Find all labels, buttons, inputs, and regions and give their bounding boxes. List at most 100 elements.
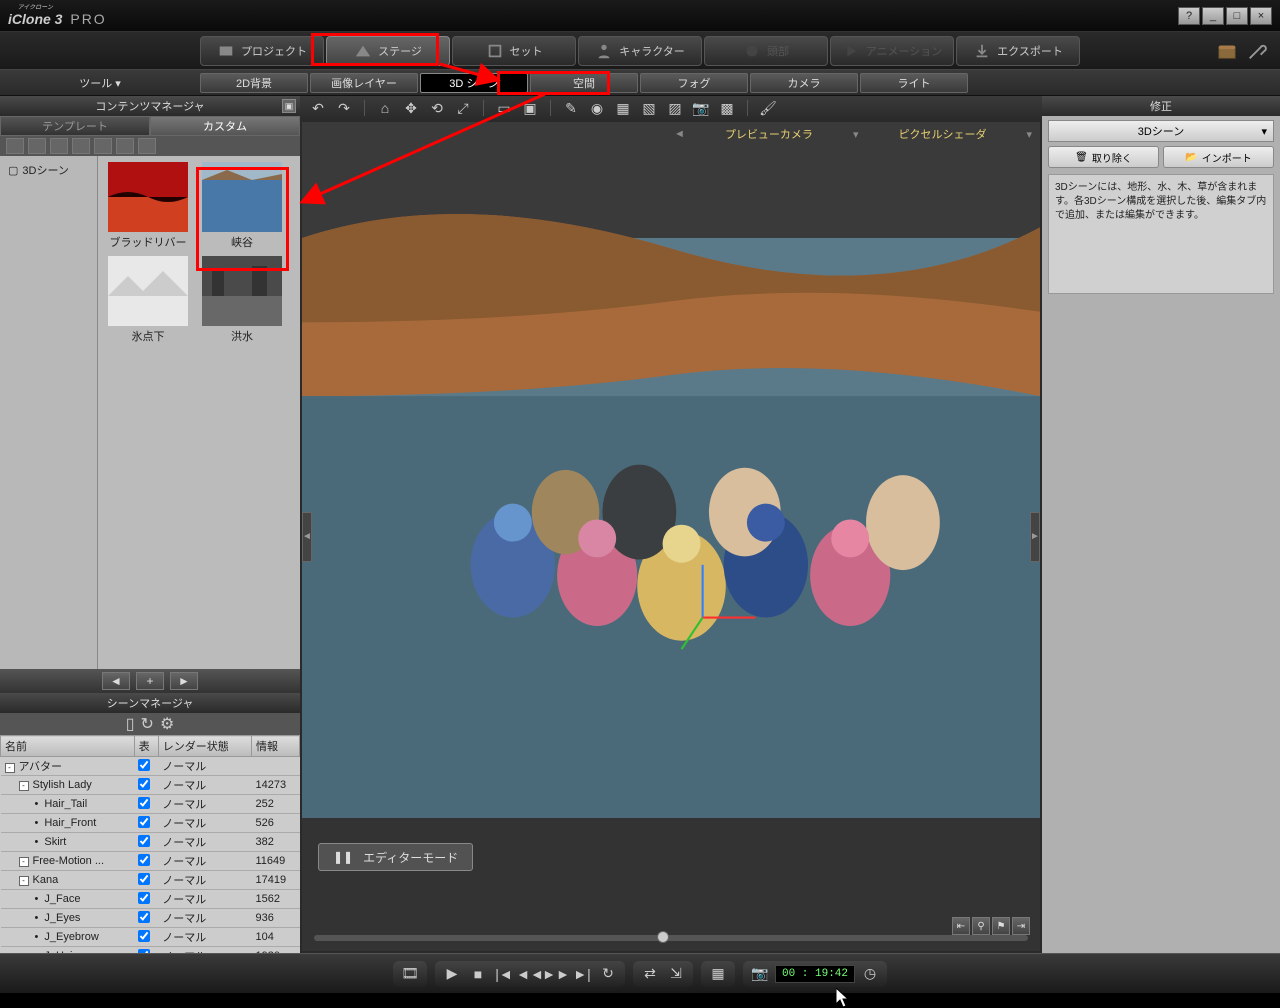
visibility-checkbox[interactable] <box>138 759 150 771</box>
col-render[interactable]: レンダー状態 <box>158 736 251 757</box>
table-row[interactable]: -Stylish Ladyノーマル14273 <box>1 776 300 795</box>
table-row[interactable]: •J_Eyesノーマル936 <box>1 909 300 928</box>
import-button[interactable]: 📂インポート <box>1163 146 1274 168</box>
tool-e[interactable]: ▨ <box>665 98 685 118</box>
close-button[interactable]: × <box>1250 7 1272 25</box>
move-button[interactable]: ✥ <box>401 98 421 118</box>
visibility-checkbox[interactable] <box>138 930 150 942</box>
table-row[interactable]: -Free-Motion ...ノーマル11649 <box>1 852 300 871</box>
tool-c[interactable]: ▦ <box>613 98 633 118</box>
help-button[interactable]: ? <box>1178 7 1200 25</box>
subtab-3d-scene[interactable]: 3D シーン <box>420 73 528 93</box>
visibility-checkbox[interactable] <box>138 854 150 866</box>
chest-icon[interactable] <box>1216 40 1238 67</box>
thumb-canyon[interactable]: 峡谷 <box>198 162 286 250</box>
tool-b[interactable]: ◉ <box>587 98 607 118</box>
panel-collapse-button[interactable]: ▣ <box>282 99 296 113</box>
tree-toggle[interactable]: - <box>5 763 15 773</box>
scrub-btn-4[interactable]: ⇥ <box>1012 917 1030 935</box>
visibility-checkbox[interactable] <box>138 778 150 790</box>
tab-character[interactable]: キャラクター <box>578 36 702 66</box>
bb-clock-icon[interactable]: ◷ <box>859 963 881 985</box>
visibility-checkbox[interactable] <box>138 949 150 954</box>
scrub-handle[interactable] <box>657 931 669 943</box>
visibility-checkbox[interactable] <box>138 835 150 847</box>
cm-next-button[interactable]: ► <box>170 672 198 690</box>
overlay-camera-label[interactable]: プレビューカメラ <box>725 126 813 142</box>
visibility-checkbox[interactable] <box>138 816 150 828</box>
redo-button[interactable]: ↷ <box>334 98 354 118</box>
tool-d[interactable]: ▧ <box>639 98 659 118</box>
thumb-flood[interactable]: 洪水 <box>198 256 286 344</box>
sm-table[interactable]: 名前 表 レンダー状態 情報 -アバターノーマル-Stylish Ladyノーマ… <box>0 735 300 953</box>
subtab-camera[interactable]: カメラ <box>750 73 858 93</box>
tab-stage[interactable]: ステージ <box>326 36 450 66</box>
rewind-button[interactable]: ◄◄ <box>519 963 541 985</box>
table-row[interactable]: •J_Eyebrowノーマル104 <box>1 928 300 947</box>
cm-tool-3[interactable] <box>50 138 68 154</box>
cm-tool-1[interactable] <box>6 138 24 154</box>
tree-toggle[interactable]: - <box>19 781 29 791</box>
tool-a[interactable]: ✎ <box>561 98 581 118</box>
tree-toggle[interactable]: - <box>19 857 29 867</box>
visibility-checkbox[interactable] <box>138 892 150 904</box>
visibility-checkbox[interactable] <box>138 911 150 923</box>
home-button[interactable]: ⌂ <box>375 98 395 118</box>
cm-tool-4[interactable] <box>72 138 90 154</box>
subtab-image-layer[interactable]: 画像レイヤー <box>310 73 418 93</box>
thumb-freezing[interactable]: 氷点下 <box>104 256 192 344</box>
rewind-start-button[interactable]: |◄ <box>493 963 515 985</box>
tree-toggle[interactable]: - <box>19 876 29 886</box>
thumb-blood-river[interactable]: ブラッドリバー <box>104 162 192 250</box>
overlay-shader-label[interactable]: ピクセルシェーダ <box>898 126 986 142</box>
tool-g[interactable]: ▩ <box>717 98 737 118</box>
forward-end-button[interactable]: ►| <box>571 963 593 985</box>
loop-button[interactable]: ↻ <box>597 963 619 985</box>
table-row[interactable]: •J_Faceノーマル1562 <box>1 890 300 909</box>
scrub-btn-1[interactable]: ⇤ <box>952 917 970 935</box>
viewport[interactable]: ◄ プレビューカメラ ▾ ピクセルシェーダ ▾ ❚❚ エディターモード ◄ ► … <box>302 122 1040 951</box>
scale-button[interactable]: ⤢ <box>453 98 473 118</box>
viewport-left-handle[interactable]: ◄ <box>302 512 312 562</box>
table-row[interactable]: •Hair_Tailノーマル252 <box>1 795 300 814</box>
bb-cam-icon[interactable]: 📷 <box>749 963 771 985</box>
tab-head[interactable]: 頭部 <box>704 36 828 66</box>
col-vis[interactable]: 表 <box>134 736 158 757</box>
subtab-fog[interactable]: フォグ <box>640 73 748 93</box>
viewport-right-handle[interactable]: ► <box>1030 512 1040 562</box>
visibility-checkbox[interactable] <box>138 873 150 885</box>
cm-tool-5[interactable] <box>94 138 112 154</box>
tab-animation[interactable]: アニメーション <box>830 36 954 66</box>
brush-icon[interactable]: 🖌 <box>758 98 778 118</box>
select-button[interactable]: ▭ <box>494 98 514 118</box>
stop-button[interactable]: ■ <box>467 963 489 985</box>
subtab-space[interactable]: 空間 <box>530 73 638 93</box>
table-row[interactable]: •Hair_Frontノーマル526 <box>1 814 300 833</box>
overlay-prev-icon[interactable]: ◄ <box>674 128 685 140</box>
scrub-btn-3[interactable]: ⚑ <box>992 917 1010 935</box>
sm-tool-2[interactable]: ↻ <box>141 714 154 734</box>
rotate-button[interactable]: ⟲ <box>427 98 447 118</box>
remove-button[interactable]: 🗑取り除く <box>1048 146 1159 168</box>
bb-collapse-icon[interactable]: ⇲ <box>665 963 687 985</box>
table-row[interactable]: -アバターノーマル <box>1 757 300 776</box>
bb-layout-icon[interactable]: ▦ <box>707 963 729 985</box>
col-name[interactable]: 名前 <box>1 736 135 757</box>
bb-film-icon[interactable]: 🎞 <box>399 963 421 985</box>
cm-tab-template[interactable]: テンプレート <box>0 116 150 136</box>
cm-add-button[interactable]: + <box>136 672 164 690</box>
tools-dropdown[interactable]: ツール ▾ <box>0 75 200 91</box>
cm-tool-6[interactable] <box>116 138 134 154</box>
minimize-button[interactable]: _ <box>1202 7 1224 25</box>
col-info[interactable]: 情報 <box>251 736 299 757</box>
subtab-light[interactable]: ライト <box>860 73 968 93</box>
bb-link-icon[interactable]: ⇄ <box>639 963 661 985</box>
sm-tool-3[interactable]: ⚙ <box>160 714 174 734</box>
table-row[interactable]: -Kanaノーマル17419 <box>1 871 300 890</box>
table-row[interactable]: •J_Hairノーマル1930 <box>1 947 300 954</box>
scrub-btn-2[interactable]: ⚲ <box>972 917 990 935</box>
play-button[interactable]: ▶ <box>441 963 463 985</box>
cm-tab-custom[interactable]: カスタム <box>150 116 300 136</box>
frame-button[interactable]: ▣ <box>520 98 540 118</box>
tab-export[interactable]: エクスポート <box>956 36 1080 66</box>
